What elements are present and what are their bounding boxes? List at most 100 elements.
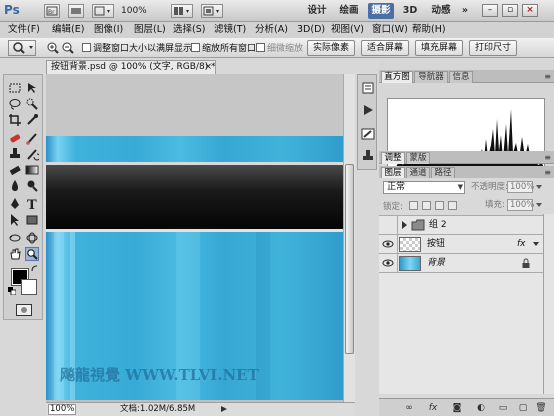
- workspace-motion[interactable]: 动感: [428, 3, 454, 19]
- tab-histogram[interactable]: 直方图: [381, 71, 413, 83]
- menu-analysis[interactable]: 分析(A): [255, 24, 288, 36]
- gradient-tool-icon[interactable]: [25, 163, 39, 177]
- zoom-out-icon[interactable]: [61, 41, 75, 55]
- brush-tool-icon[interactable]: [25, 131, 39, 145]
- adjustments-panel-menu-icon[interactable]: ≡: [544, 152, 551, 163]
- expand-arrow-icon[interactable]: [400, 220, 408, 230]
- fit-screen-button[interactable]: 适合屏幕: [361, 40, 409, 56]
- clone-stamp-tool-icon[interactable]: [8, 147, 22, 161]
- zoom-tool-preset[interactable]: [8, 40, 36, 56]
- fx-expand-icon[interactable]: [532, 240, 540, 248]
- tab-info[interactable]: 信息: [449, 71, 473, 83]
- fill-field[interactable]: 100%: [507, 199, 534, 211]
- layers-panel-menu-icon[interactable]: ≡: [544, 167, 551, 178]
- type-tool-icon[interactable]: T: [25, 197, 39, 211]
- canvas[interactable]: 飚龍視覺 WWW.TLVI.NET: [46, 74, 343, 400]
- 3d-rotate-tool-icon[interactable]: [8, 231, 22, 245]
- tab-masks[interactable]: 蒙版: [406, 152, 430, 164]
- screen-mode-button[interactable]: [201, 4, 223, 18]
- default-colors-icon[interactable]: [8, 287, 16, 295]
- zoom-in-icon[interactable]: [46, 41, 60, 55]
- menu-3d[interactable]: 3D(D): [297, 24, 325, 36]
- fill-screen-button[interactable]: 填充屏幕: [415, 40, 463, 56]
- bridge-button[interactable]: Br: [44, 4, 60, 18]
- adjustment-layer-icon[interactable]: ◐: [475, 402, 487, 414]
- menu-layer[interactable]: 图层(L): [134, 24, 166, 36]
- status-zoom-field[interactable]: 100%: [48, 404, 76, 415]
- dodge-tool-icon[interactable]: [25, 179, 39, 193]
- layer-row-button[interactable]: 按钮 fx: [379, 234, 543, 254]
- layers-scrollbar[interactable]: [543, 214, 554, 394]
- zoom-level[interactable]: 100%: [121, 3, 169, 19]
- link-layers-icon[interactable]: ∞: [403, 402, 415, 414]
- menu-image[interactable]: 图像(I): [94, 24, 123, 36]
- new-layer-icon[interactable]: ▢: [517, 402, 529, 414]
- document-tab[interactable]: 按钮背景.psd @ 100% (文字, RGB/8) * ×: [46, 60, 216, 74]
- status-menu-arrow-icon[interactable]: [220, 405, 228, 416]
- close-icon[interactable]: ×: [522, 4, 538, 17]
- tab-adjustments[interactable]: 调整: [381, 152, 405, 164]
- delete-layer-icon[interactable]: 🗑: [535, 402, 547, 414]
- view-extras-button[interactable]: [92, 4, 114, 18]
- layer-row-group[interactable]: 组 2: [379, 215, 543, 235]
- histogram-panel-menu-icon[interactable]: ≡: [544, 71, 551, 82]
- lock-position-icon[interactable]: [435, 201, 444, 210]
- restore-icon[interactable]: ▫: [502, 4, 518, 17]
- rectangle-tool-icon[interactable]: [25, 213, 39, 227]
- close-document-icon[interactable]: ×: [204, 61, 212, 74]
- menu-filter[interactable]: 滤镜(T): [214, 24, 246, 36]
- mini-bridge-button[interactable]: [68, 4, 84, 18]
- scrubby-zoom-checkbox[interactable]: 细微缩放: [256, 43, 303, 54]
- print-size-button[interactable]: 打印尺寸: [469, 40, 517, 56]
- scroll-thumb[interactable]: [345, 164, 354, 354]
- pen-tool-icon[interactable]: [8, 197, 22, 211]
- path-selection-tool-icon[interactable]: [8, 213, 22, 227]
- eyedropper-tool-icon[interactable]: [25, 113, 39, 127]
- background-color-swatch[interactable]: [21, 279, 37, 295]
- move-tool-icon[interactable]: [25, 81, 39, 95]
- minimize-icon[interactable]: –: [482, 4, 498, 17]
- fx-badge[interactable]: fx: [517, 238, 526, 250]
- workspace-painting[interactable]: 绘画: [336, 3, 362, 19]
- menu-window[interactable]: 窗口(W): [372, 24, 408, 36]
- more-workspaces-button[interactable]: »: [458, 3, 472, 19]
- eraser-tool-icon[interactable]: [8, 163, 22, 177]
- opacity-field[interactable]: 100%: [507, 181, 534, 193]
- hand-tool-icon[interactable]: [8, 247, 22, 261]
- brushes-panel-icon[interactable]: [361, 127, 375, 141]
- lock-all-icon[interactable]: [448, 201, 457, 210]
- menu-view[interactable]: 视图(V): [331, 24, 364, 36]
- fill-arrow-icon[interactable]: [535, 200, 543, 210]
- blend-mode-select[interactable]: 正常 ▼: [383, 181, 465, 194]
- workspace-design[interactable]: 设计: [304, 3, 330, 19]
- menu-edit[interactable]: 编辑(E): [52, 24, 84, 36]
- document-canvas-area[interactable]: 飚龍視覺 WWW.TLVI.NET: [46, 74, 343, 402]
- new-group-icon[interactable]: ▭: [497, 402, 509, 414]
- opacity-arrow-icon[interactable]: [535, 182, 543, 192]
- actions-panel-icon[interactable]: [361, 103, 375, 117]
- crop-tool-icon[interactable]: [8, 113, 22, 127]
- workspace-3d[interactable]: 3D: [400, 3, 420, 19]
- lock-transparent-icon[interactable]: [409, 201, 418, 210]
- eye-icon[interactable]: [382, 239, 394, 249]
- resize-windows-checkbox[interactable]: 调整窗口大小以满屏显示: [82, 43, 192, 54]
- add-style-icon[interactable]: fx: [427, 402, 439, 414]
- add-mask-icon[interactable]: ◙: [451, 402, 463, 414]
- canvas-vertical-scrollbar[interactable]: [343, 74, 355, 402]
- clone-source-panel-icon[interactable]: [361, 149, 375, 163]
- layer-row-background[interactable]: 背景: [379, 253, 543, 273]
- menu-file[interactable]: 文件(F): [8, 24, 40, 36]
- lock-image-icon[interactable]: [422, 201, 431, 210]
- tab-navigator[interactable]: 导航器: [414, 71, 448, 83]
- marquee-tool-icon[interactable]: [8, 81, 22, 95]
- lasso-tool-icon[interactable]: [8, 97, 22, 111]
- quick-mask-button[interactable]: [16, 304, 32, 316]
- zoom-tool-icon[interactable]: [25, 247, 39, 261]
- menu-select[interactable]: 选择(S): [173, 24, 205, 36]
- arrange-documents-button[interactable]: [171, 4, 193, 18]
- history-brush-tool-icon[interactable]: [25, 147, 39, 161]
- zoom-all-windows-checkbox[interactable]: 缩放所有窗口: [191, 43, 256, 54]
- menu-help[interactable]: 帮助(H): [412, 24, 446, 36]
- blur-tool-icon[interactable]: [8, 179, 22, 193]
- workspace-photography[interactable]: 摄影: [368, 3, 394, 19]
